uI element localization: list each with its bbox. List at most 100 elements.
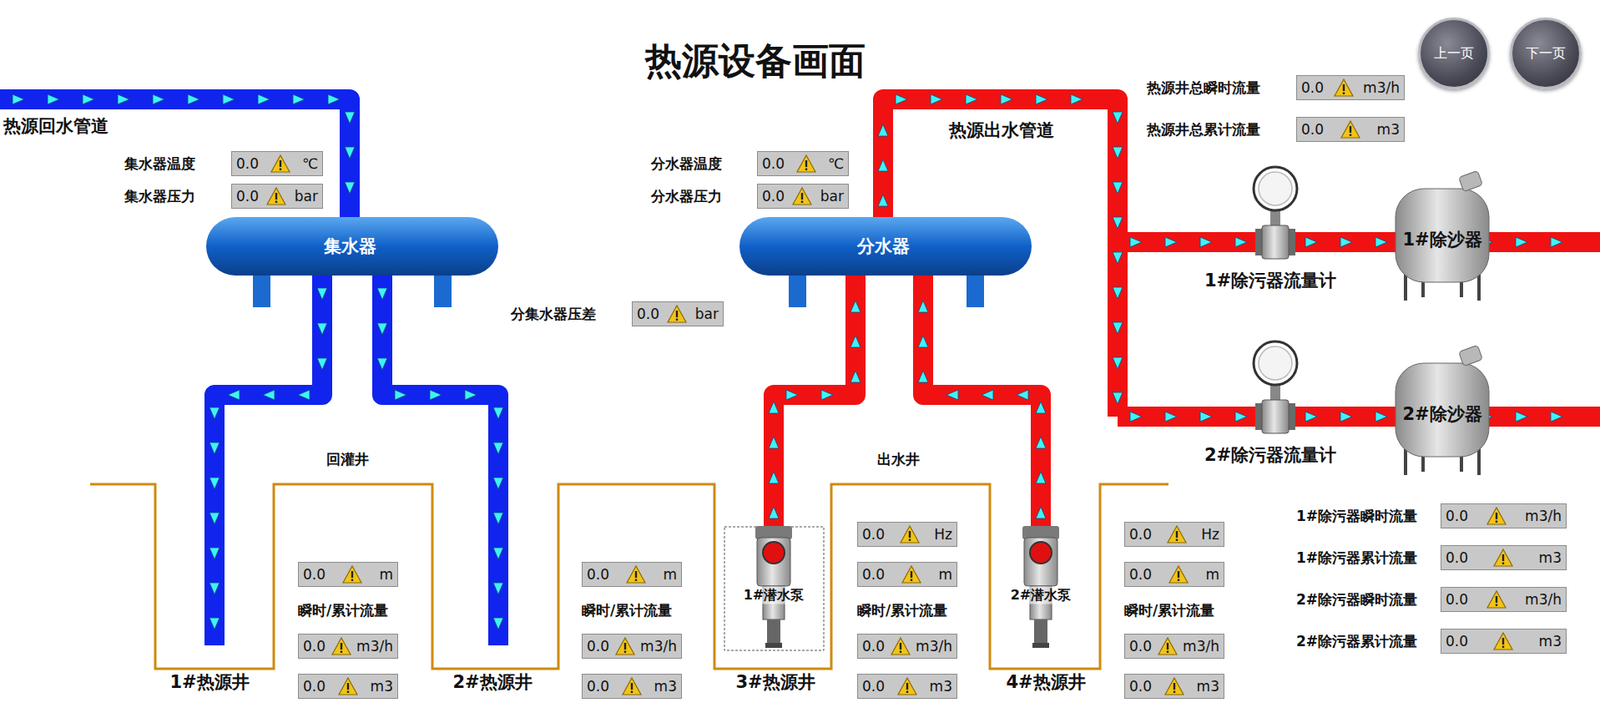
- reading-label: 1#除污器瞬时流量: [1296, 506, 1441, 526]
- flow-arrow-icon: [1035, 401, 1046, 414]
- flow-arrow-icon: [493, 512, 504, 525]
- flow-arrow-icon: [1130, 237, 1142, 248]
- flow-arrow-icon: [1112, 252, 1123, 264]
- alarm-slot: [270, 154, 291, 173]
- reading-value: 0.0: [1445, 590, 1469, 608]
- reading-unit: m3: [1539, 549, 1562, 566]
- flow-arrow-icon: [117, 94, 130, 105]
- flow-arrow-icon: [1305, 237, 1318, 248]
- flow-arrow-icon: [317, 358, 328, 370]
- reading-value: 0.0: [1129, 637, 1152, 655]
- warning-icon: [899, 524, 920, 544]
- alarm-slot: [901, 565, 922, 584]
- process-diagram: [0, 0, 1600, 718]
- reading-label: 2#除污器累计流量: [1296, 631, 1441, 652]
- flow-arrow-icon: [262, 389, 275, 400]
- reading-field: 0.0 m: [297, 561, 399, 587]
- warning-icon: [1486, 590, 1507, 609]
- reading-value: 0.0: [586, 637, 610, 655]
- flow-meter-label: 1#除污器流量计: [1204, 268, 1337, 293]
- flow-arrow-icon: [1165, 237, 1177, 248]
- nav-button[interactable]: 上一页: [1418, 17, 1490, 90]
- reading-value: 0.0: [762, 155, 785, 172]
- flow-arrow-icon: [377, 287, 388, 300]
- reading-field: 0.0m3: [297, 673, 399, 699]
- reading-field: 0.0bar: [231, 183, 324, 209]
- reading-unit: m3/h: [1182, 637, 1220, 655]
- flow-arrow-icon: [209, 582, 220, 595]
- pipe: [1117, 237, 1600, 248]
- pipe: [0, 94, 355, 219]
- well-readings: 0.0Hz0.0m瞬时/累计流量0.0m3/h0.0m3: [1124, 521, 1225, 699]
- warning-icon: [1157, 636, 1178, 656]
- reading-unit: m: [378, 565, 394, 583]
- filter-reading-row: 2#除污器瞬时流量0.0m3/h: [1296, 586, 1567, 612]
- filter-reading-row: 2#除污器累计流量0.0m3: [1296, 628, 1567, 654]
- flow-caption: 瞬时/累计流量: [297, 601, 389, 619]
- flow-caption: 瞬时/累计流量: [581, 601, 672, 619]
- flow-arrow-icon: [930, 94, 943, 105]
- warning-icon: [621, 676, 642, 696]
- reading-unit: m3/h: [1524, 590, 1562, 608]
- warning-icon: [792, 186, 813, 206]
- alarm-slot: [331, 636, 352, 656]
- flow-arrow-icon: [1200, 237, 1212, 248]
- reading-field: 0.0m3/h: [297, 633, 399, 659]
- flow-arrow-icon: [1340, 237, 1353, 248]
- flow-arrow-icon: [493, 407, 504, 419]
- reading-value: 0.0: [302, 565, 326, 583]
- flow-arrow-icon: [850, 300, 861, 313]
- pump[interactable]: [724, 525, 824, 651]
- nav-button[interactable]: 下一页: [1509, 17, 1582, 90]
- flow-arrow-icon: [493, 442, 504, 455]
- well-readings: 0.0 m 瞬时/累计流量 0.0m3/h 0.0m3: [297, 561, 399, 699]
- reading-unit: m3: [1377, 121, 1400, 138]
- flow-arrow-icon: [1112, 111, 1123, 124]
- warning-icon: [1340, 120, 1361, 139]
- alarm-slot: [615, 636, 636, 656]
- reading-unit: bar: [695, 305, 719, 323]
- reading-field: 0.0m3: [581, 673, 682, 699]
- filter-readings-list: 1#除污器瞬时流量0.0m3/h1#除污器累计流量0.0m32#除污器瞬时流量0…: [1296, 503, 1567, 654]
- flow-arrow-icon: [1165, 411, 1177, 422]
- flow-arrow-icon: [344, 181, 355, 194]
- flow-arrow-icon: [209, 442, 220, 455]
- flow-caption: 瞬时/累计流量: [857, 601, 948, 619]
- reading-unit: bar: [820, 187, 844, 205]
- flow-arrow-icon: [12, 94, 25, 105]
- flow-arrow-icon: [1375, 237, 1388, 248]
- reading-value: 0.0: [302, 637, 326, 655]
- reading-value: 0.0: [1301, 79, 1324, 96]
- heat-source-screen: 热源设备画面上一页下一页热源回水管道热源出水管道集水器分水器集水器温度0.0℃集…: [0, 0, 1600, 718]
- flow-arrow-icon: [981, 389, 994, 400]
- flow-arrow-icon: [292, 94, 305, 105]
- reading-unit: m3/h: [1362, 79, 1400, 96]
- flow-arrow-icon: [82, 94, 95, 105]
- flow-arrow-icon: [768, 401, 779, 414]
- reading-field: 0.0m3/h: [857, 633, 958, 659]
- well-name: 4#热源井: [1005, 670, 1086, 694]
- flow-arrow-icon: [786, 389, 798, 400]
- warning-icon: [666, 304, 687, 324]
- reading-value: 0.0: [236, 155, 259, 172]
- flow-arrow-icon: [1305, 411, 1318, 422]
- reading-unit: m3/h: [915, 637, 953, 655]
- distributor-name: 分水器: [857, 234, 910, 258]
- flow-arrow-icon: [1550, 237, 1563, 248]
- flow-arrow-icon: [1112, 287, 1123, 299]
- reading-label: 分水器压力: [651, 186, 758, 207]
- alarm-slot: [1486, 506, 1507, 525]
- reading-value: 0.0: [1301, 121, 1324, 138]
- pipe: [377, 275, 504, 646]
- distributor-vessel: [739, 217, 1032, 308]
- flow-arrow-icon: [429, 389, 442, 400]
- flow-arrow-icon: [1235, 237, 1247, 248]
- flow-arrow-icon: [1112, 392, 1123, 404]
- flow-arrow-icon: [209, 407, 220, 419]
- flow-arrow-icon: [344, 146, 355, 159]
- reading-unit: m: [662, 565, 677, 583]
- flow-arrow-icon: [850, 370, 861, 383]
- reading-value: 0.0: [1129, 565, 1152, 583]
- flow-caption: 瞬时/累计流量: [1124, 601, 1215, 619]
- reading-field: 0.0m3/h: [1440, 503, 1567, 529]
